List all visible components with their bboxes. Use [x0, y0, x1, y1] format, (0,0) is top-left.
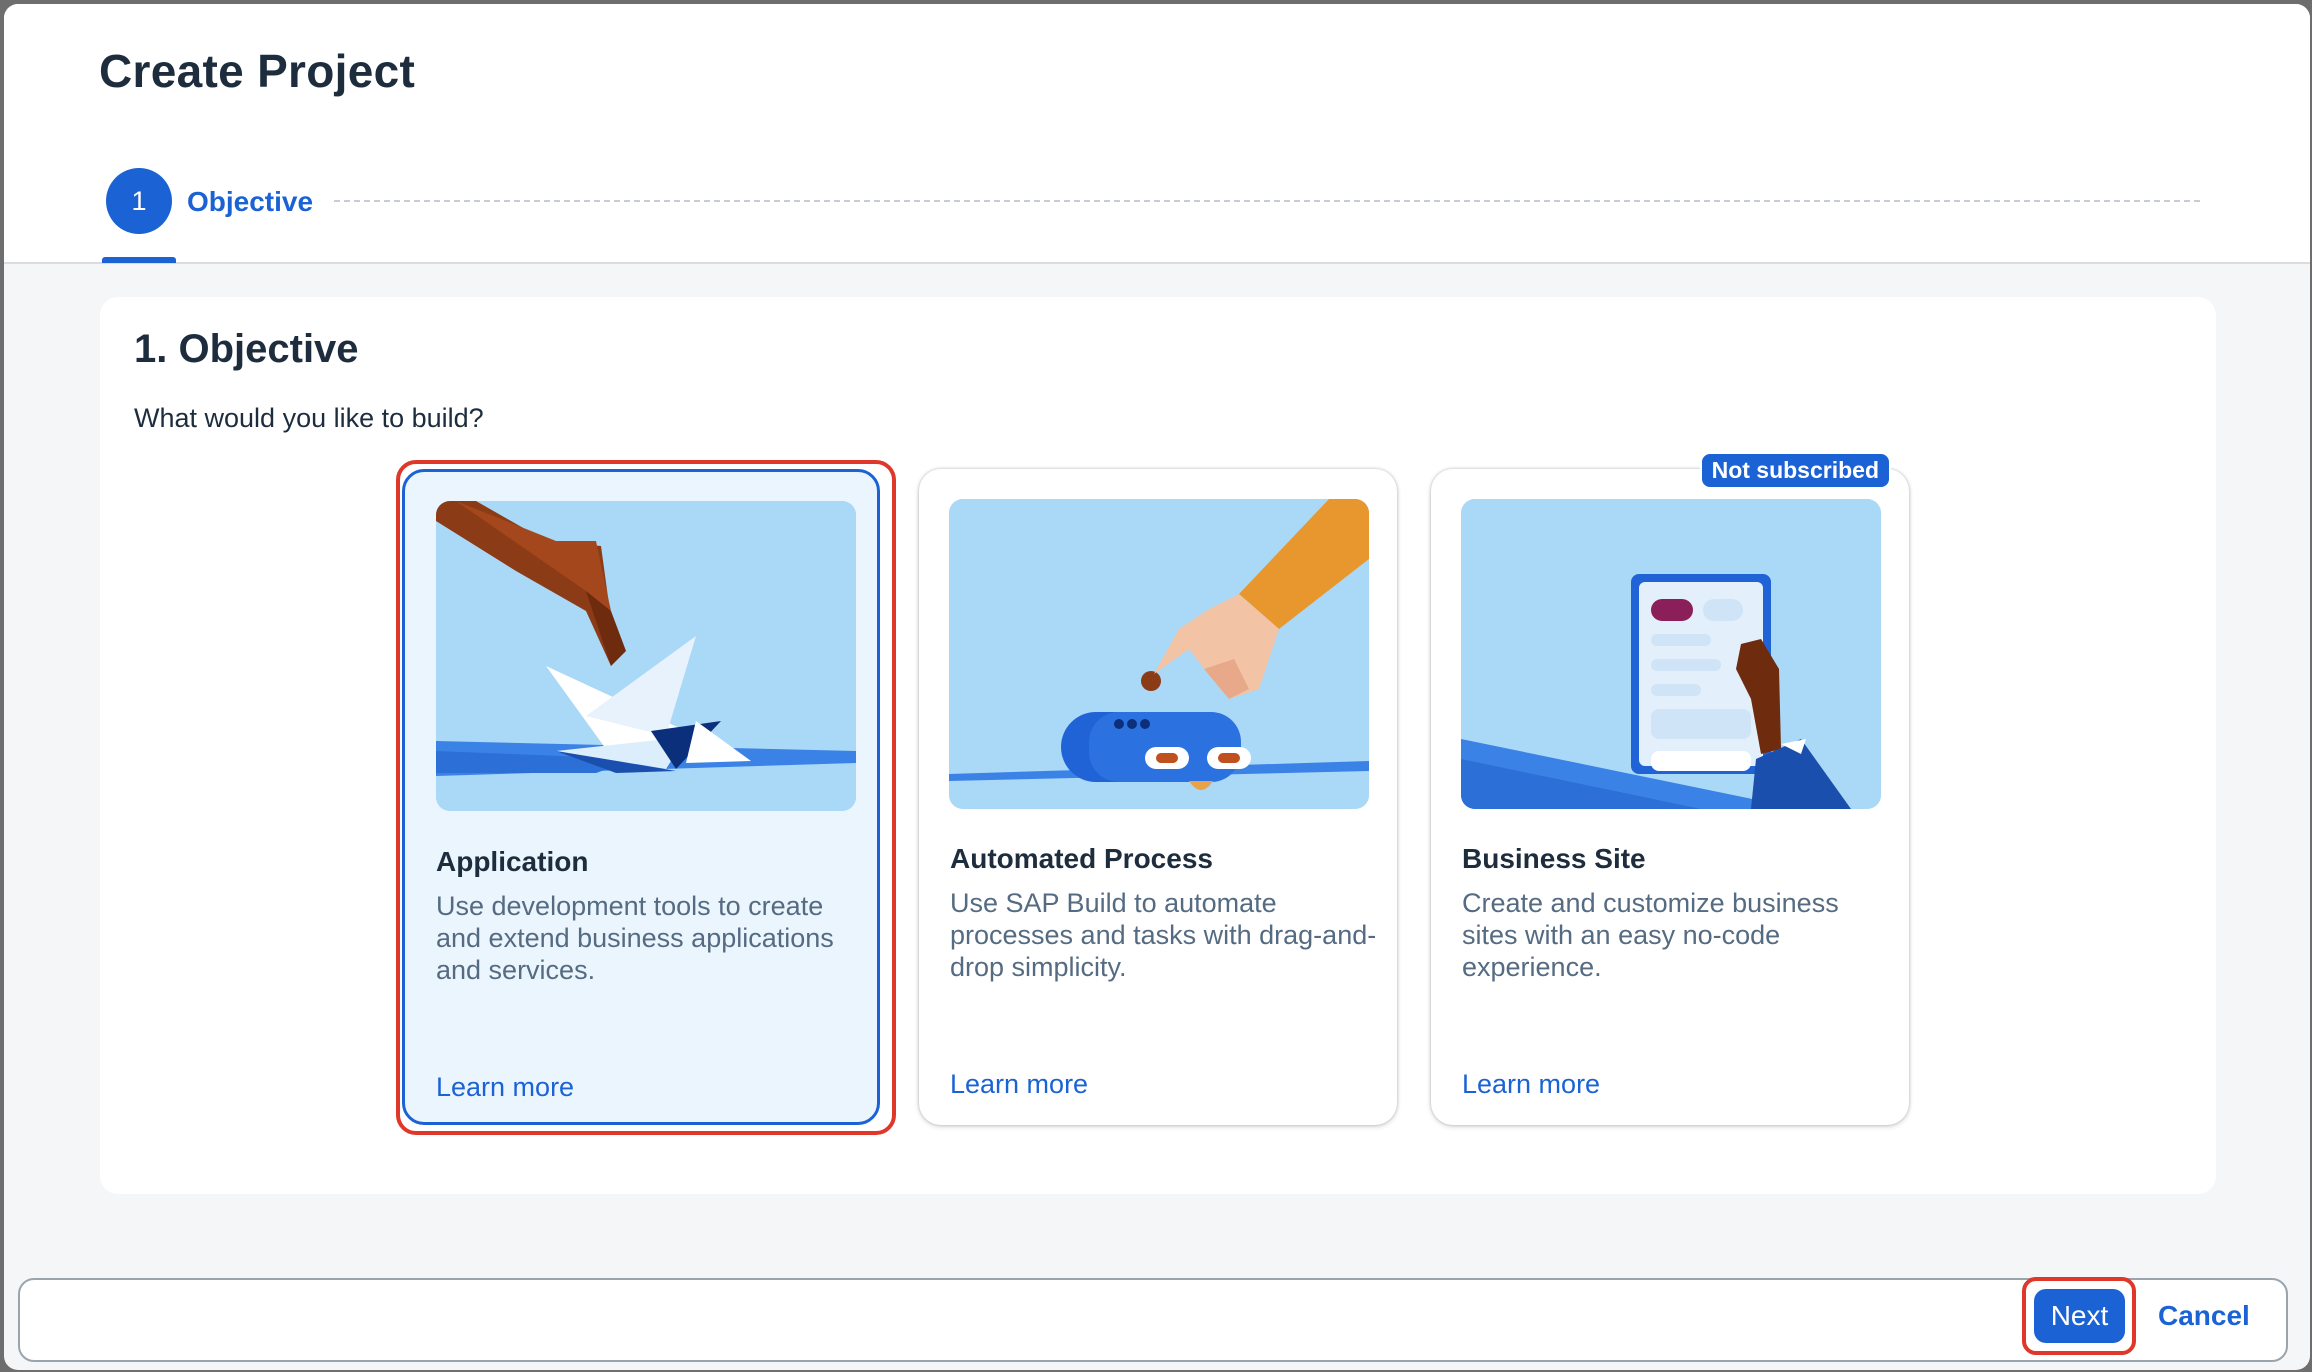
origami-crane-illustration	[436, 501, 856, 811]
card-automated-process[interactable]: Automated Process Use SAP Build to autom…	[919, 469, 1397, 1125]
objective-panel: 1. Objective What would you like to buil…	[100, 297, 2216, 1194]
card-description: Use SAP Build to automate processes and …	[950, 888, 1377, 982]
card-description: Create and customize business sites with…	[1462, 888, 1839, 982]
wizard-progress-line	[334, 200, 2200, 202]
wizard-step-label[interactable]: Objective	[187, 186, 313, 218]
card-title: Automated Process	[950, 843, 1213, 874]
robot-hand-illustration	[949, 499, 1369, 809]
learn-more-link[interactable]: Learn more	[1462, 1069, 1600, 1100]
cancel-button[interactable]: Cancel	[2158, 1300, 2250, 1332]
dialog-footer	[18, 1278, 2288, 1362]
card-title: Business Site	[1462, 843, 1646, 874]
panel-question: What would you like to build?	[134, 403, 484, 433]
card-title: Application	[436, 846, 589, 877]
panel-title: 1. Objective	[134, 327, 359, 371]
dialog-title: Create Project	[99, 45, 416, 97]
next-button[interactable]: Next	[2034, 1289, 2125, 1343]
learn-more-link[interactable]: Learn more	[950, 1069, 1088, 1100]
learn-more-link[interactable]: Learn more	[436, 1072, 574, 1103]
card-description: Use development tools to create and exte…	[436, 891, 834, 985]
tablet-hand-illustration	[1461, 499, 1881, 809]
not-subscribed-badge: Not subscribed	[1699, 452, 1891, 489]
create-project-dialog: Create Project 1 Objective 1. Objective …	[4, 4, 2310, 1370]
dialog-header: Create Project 1 Objective	[4, 4, 2310, 264]
wizard-step-active-indicator	[102, 257, 176, 263]
card-business-site[interactable]: Not subscribed Business Site Create and …	[1431, 452, 1909, 1125]
card-application[interactable]: Application Use development tools to cre…	[402, 469, 880, 1125]
wizard-step-indicator[interactable]: 1	[106, 168, 172, 234]
